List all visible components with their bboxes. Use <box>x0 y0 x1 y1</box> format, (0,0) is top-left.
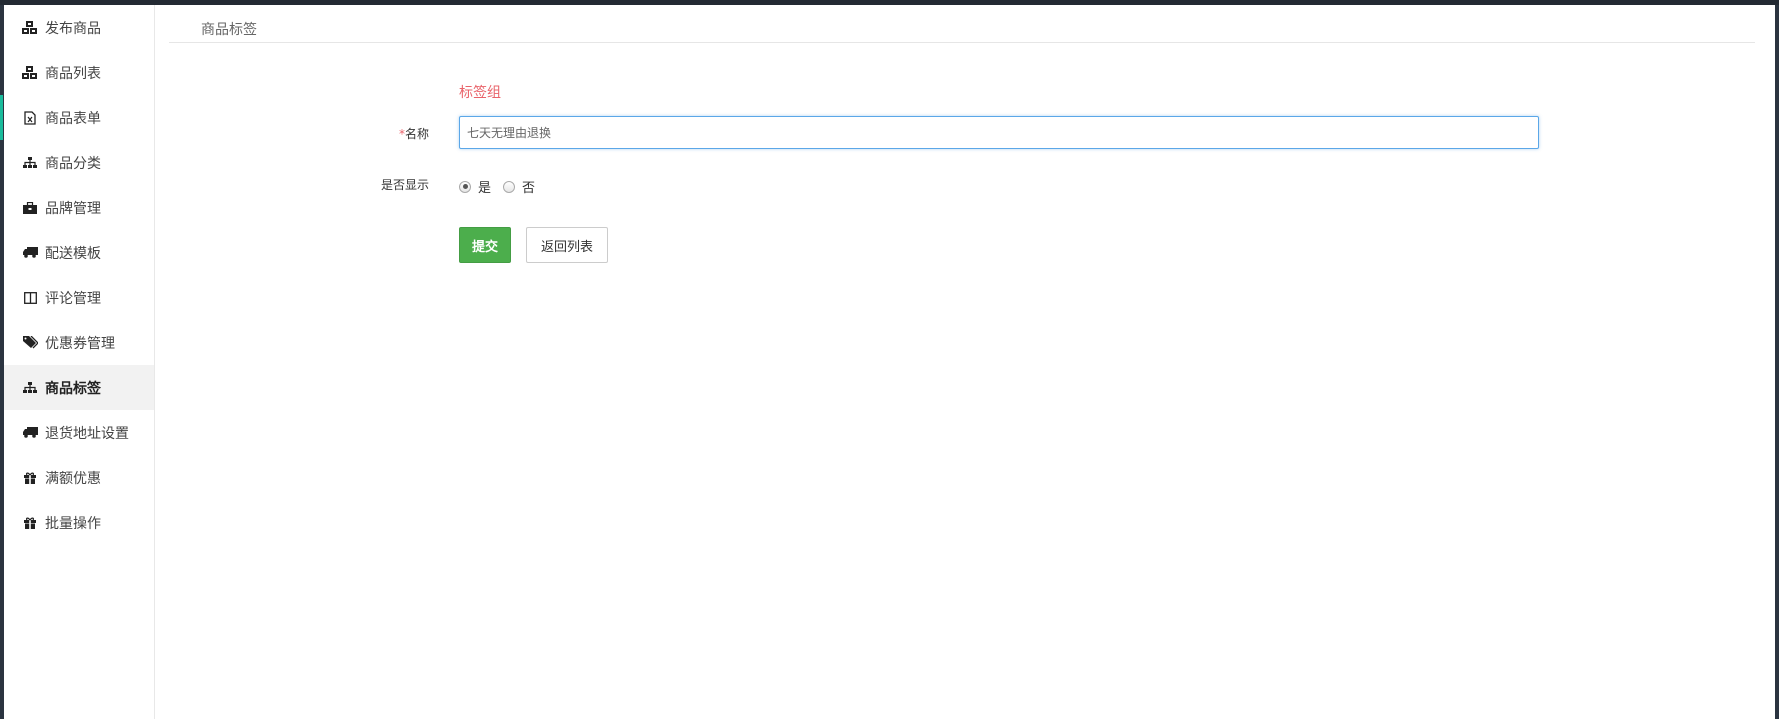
sidebar-item-full-discount[interactable]: 满额优惠 <box>4 455 154 500</box>
sidebar-item-product-tags[interactable]: 商品标签 <box>4 365 154 410</box>
show-yes-radio[interactable] <box>459 180 471 193</box>
sidebar-item-label: 满额优惠 <box>45 470 101 487</box>
back-to-list-button[interactable]: 返回列表 <box>526 227 608 263</box>
columns-icon <box>21 290 39 306</box>
sidebar-item-delivery-template[interactable]: 配送模板 <box>4 230 154 275</box>
sidebar-item-label: 商品标签 <box>45 380 101 397</box>
show-label: 是否显示 <box>380 178 429 192</box>
sidebar-item-product-list[interactable]: 商品列表 <box>4 50 154 95</box>
cubes-icon <box>21 20 39 36</box>
sidebar-item-publish-product[interactable]: 发布商品 <box>4 5 154 50</box>
gift-icon <box>21 470 39 486</box>
submit-button[interactable]: 提交 <box>459 227 511 263</box>
truck-icon <box>21 425 39 441</box>
sidebar-item-label: 商品列表 <box>45 65 101 82</box>
sidebar-item-label: 发布商品 <box>45 20 101 37</box>
sidebar-item-label: 商品分类 <box>45 155 101 172</box>
sidebar-item-label: 品牌管理 <box>45 200 101 217</box>
show-no-label[interactable]: 否 <box>522 177 535 196</box>
sidebar: 发布商品 商品列表 商品表单 商品分类 品牌管理 配送模板 评论管理 优惠券管理… <box>0 5 155 719</box>
truck-icon <box>21 245 39 261</box>
file-excel-icon <box>21 110 39 126</box>
sitemap-icon <box>21 380 39 396</box>
breadcrumb: 商品标签 <box>169 5 1755 43</box>
right-frame-edge <box>1775 5 1779 719</box>
briefcase-icon <box>21 200 39 216</box>
sidebar-item-label: 优惠券管理 <box>45 335 115 352</box>
show-radio-group: 是 否 <box>459 177 547 196</box>
sidebar-item-label: 批量操作 <box>45 515 101 532</box>
sidebar-item-label: 商品表单 <box>45 110 101 127</box>
sidebar-item-label: 配送模板 <box>45 245 101 262</box>
sitemap-icon <box>21 155 39 171</box>
show-yes-label[interactable]: 是 <box>478 177 491 196</box>
show-no-radio[interactable] <box>503 180 516 193</box>
sidebar-item-product-form[interactable]: 商品表单 <box>0 95 154 140</box>
sidebar-item-product-category[interactable]: 商品分类 <box>4 140 154 185</box>
tags-icon <box>21 335 39 351</box>
cubes-icon <box>21 65 39 81</box>
page-title: 商品标签 <box>201 22 257 38</box>
sidebar-item-review-management[interactable]: 评论管理 <box>4 275 154 320</box>
main-content: 商品标签 标签组 *名称 是否显示 是 否 提交 返回列表 <box>155 5 1775 719</box>
name-label: *名称 <box>325 125 429 142</box>
sidebar-item-brand-management[interactable]: 品牌管理 <box>4 185 154 230</box>
sidebar-item-label: 评论管理 <box>45 290 101 307</box>
sidebar-item-label: 退货地址设置 <box>45 425 129 442</box>
sidebar-item-batch-operation[interactable]: 批量操作 <box>4 500 154 545</box>
form-group-title: 标签组 <box>459 85 501 101</box>
sidebar-item-return-address[interactable]: 退货地址设置 <box>4 410 154 455</box>
sidebar-item-coupon-management[interactable]: 优惠券管理 <box>4 320 154 365</box>
name-input[interactable] <box>459 116 1539 149</box>
name-label-text: 名称 <box>404 127 429 141</box>
gift-icon <box>21 515 39 531</box>
